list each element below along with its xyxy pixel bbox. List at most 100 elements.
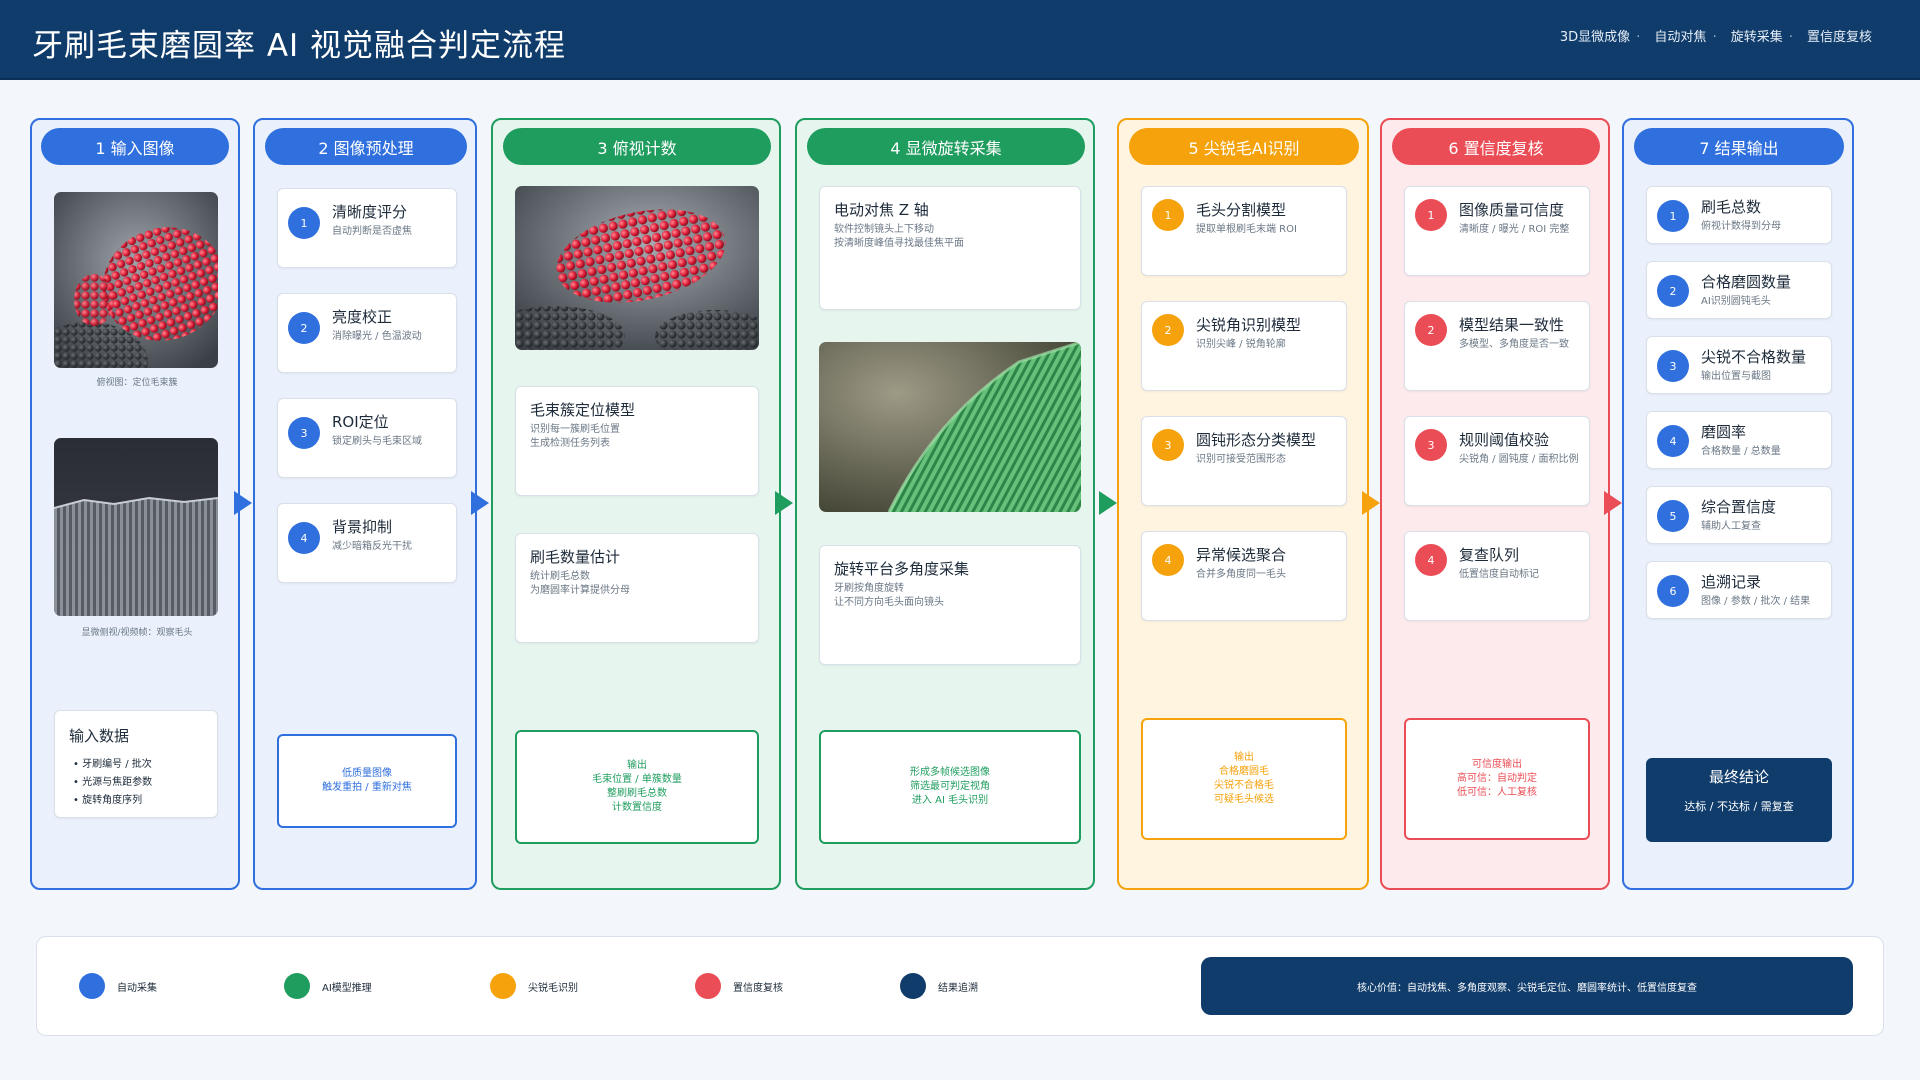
legend-panel: 自动采集 AI模型推理 尖锐毛识别 置信度复核 结果追溯 核心价值：自动找焦、多…	[36, 936, 1884, 1036]
legend-label: AI模型推理	[322, 982, 372, 994]
result-card: 1 刷毛总数 俯视计数得到分母	[1646, 186, 1832, 244]
stage-header: 1 输入图像	[41, 128, 229, 165]
step-number: 3	[1657, 350, 1689, 382]
capture-card: 电动对焦 Z 轴 软件控制镜头上下移动 按清晰度峰值寻找最佳焦平面	[819, 186, 1081, 310]
stage-sharp-bristle-ai: 5 尖锐毛AI识别 1 毛头分割模型 提取单根刷毛末端 ROI 2 尖锐角识别模…	[1117, 118, 1369, 890]
card-title: 圆钝形态分类模型	[1196, 431, 1317, 449]
card-title: 刷毛总数	[1701, 198, 1762, 216]
final-conclusion: 最终结论 达标 / 不达标 / 需复查	[1646, 758, 1832, 842]
stage-header: 4 显微旋转采集	[807, 128, 1085, 165]
legend-item-sharp-bristle: 尖锐毛识别	[490, 973, 578, 999]
input-data-item: • 旋转角度序列	[73, 795, 143, 806]
card-subtitle: 识别尖峰 / 锐角轮廓	[1196, 339, 1286, 350]
legend-dot	[490, 973, 516, 999]
card-title: 毛头分割模型	[1196, 201, 1287, 219]
card-subtitle: 清晰度 / 曝光 / ROI 完整	[1459, 224, 1570, 235]
review-card: 1 图像质量可信度 清晰度 / 曝光 / ROI 完整	[1404, 186, 1590, 276]
side-view-photo	[54, 438, 218, 616]
card-title: 尖锐角识别模型	[1196, 316, 1302, 334]
review-card: 2 模型结果一致性 多模型、多角度是否一致	[1404, 301, 1590, 391]
card-subtitle: 低置信度自动标记	[1459, 569, 1539, 580]
input-data-item: • 牙刷编号 / 批次	[73, 759, 152, 770]
card-title: 规则阈值校验	[1459, 431, 1550, 449]
card-subtitle: 输出位置与截图	[1701, 371, 1771, 382]
step-number: 1	[288, 207, 320, 239]
top-view-count-image	[515, 186, 759, 350]
card-title: 异常候选聚合	[1196, 546, 1287, 564]
final-subtitle: 达标 / 不达标 / 需复查	[1684, 800, 1794, 813]
stage-header: 2 图像预处理	[265, 128, 467, 165]
card-title: 磨圆率	[1701, 423, 1747, 441]
preprocess-output: 低质量图像 触发重拍 / 重新对焦	[277, 734, 457, 828]
step-number: 2	[1152, 314, 1184, 346]
card-title: 尖锐不合格数量	[1701, 348, 1807, 366]
flow-arrow	[234, 491, 252, 515]
stage-preprocess: 2 图像预处理 1 清晰度评分 自动判断是否虚焦 2 亮度校正 消除曝光 / 色…	[253, 118, 477, 890]
count-output: 输出 毛束位置 / 单簇数量 整刷刷毛总数 计数置信度	[515, 730, 759, 844]
step-number: 2	[288, 312, 320, 344]
step-number: 5	[1657, 500, 1689, 532]
capture-card: 旋转平台多角度采集 牙刷按角度旋转 让不同方向毛头面向镜头	[819, 545, 1081, 665]
side-view-bristle-image	[54, 438, 218, 616]
legend-label: 置信度复核	[733, 982, 783, 994]
preprocess-card: 3 ROI定位 锁定刷头与毛束区域	[277, 398, 457, 478]
core-value-banner: 核心价值：自动找焦、多角度观察、尖锐毛定位、磨圆率统计、低置信度复查	[1201, 957, 1853, 1015]
card-subtitle: 识别每一簇刷毛位置	[530, 424, 620, 435]
count-card: 刷毛数量估计 统计刷毛总数 为磨圆率计算提供分母	[515, 533, 759, 643]
input-data-title: 输入数据	[69, 727, 130, 745]
card-title: 综合置信度	[1701, 498, 1777, 516]
count-card: 毛束簇定位模型 识别每一簇刷毛位置 生成检测任务列表	[515, 386, 759, 496]
final-title: 最终结论	[1708, 768, 1769, 786]
capture-output: 形成多帧候选图像 筛选最可判定视角 进入 AI 毛头识别	[819, 730, 1081, 844]
ai-output: 输出 合格磨圆毛 尖锐不合格毛 可疑毛头候选	[1141, 718, 1347, 840]
step-number: 3	[288, 417, 320, 449]
step-number: 2	[1415, 314, 1447, 346]
top-view-photo	[54, 192, 218, 368]
card-title: 清晰度评分	[332, 203, 408, 221]
step-number: 3	[1415, 429, 1447, 461]
result-card: 3 尖锐不合格数量 输出位置与截图	[1646, 336, 1832, 394]
card-subtitle: 提取单根刷毛末端 ROI	[1196, 224, 1297, 235]
review-output: 可信度输出 高可信：自动判定 低可信：人工复核	[1404, 718, 1590, 840]
legend-dot	[284, 973, 310, 999]
stage-header: 6 置信度复核	[1392, 128, 1600, 165]
step-number: 4	[1657, 425, 1689, 457]
card-subtitle: 合格数量 / 总数量	[1701, 446, 1781, 457]
result-card: 5 综合置信度 辅助人工复查	[1646, 486, 1832, 544]
ai-model-card: 1 毛头分割模型 提取单根刷毛末端 ROI	[1141, 186, 1347, 276]
card-title: 模型结果一致性	[1459, 316, 1565, 334]
card-subtitle: 牙刷按角度旋转	[834, 583, 904, 594]
input-data-item: • 光源与焦距参数	[73, 777, 153, 788]
legend-label: 结果追溯	[938, 982, 978, 994]
card-title: 电动对焦 Z 轴	[834, 201, 929, 219]
card-title: ROI定位	[332, 413, 389, 431]
card-subtitle: 消除曝光 / 色温波动	[332, 331, 422, 342]
step-number: 2	[1657, 275, 1689, 307]
card-subtitle: 减少暗箱反光干扰	[332, 541, 412, 552]
legend-dot	[695, 973, 721, 999]
step-number: 4	[1415, 544, 1447, 576]
step-number: 4	[288, 522, 320, 554]
stage-rotary-capture: 4 显微旋转采集 电动对焦 Z 轴 软件控制镜头上下移动 按清晰度峰值寻找最佳焦…	[795, 118, 1095, 890]
step-number: 1	[1152, 199, 1184, 231]
card-subtitle: 锁定刷头与毛束区域	[332, 436, 422, 447]
flow-arrow	[1362, 491, 1380, 515]
card-title: 合格磨圆数量	[1701, 273, 1792, 291]
ai-model-card: 3 圆钝形态分类模型 识别可接受范围形态	[1141, 416, 1347, 506]
header-tags: 3D显微成像 · 自动对焦 · 旋转采集 · 置信度复核	[1560, 26, 1872, 45]
card-title: 毛束簇定位模型	[530, 401, 636, 419]
review-card: 3 规则阈值校验 尖锐角 / 圆钝度 / 面积比例	[1404, 416, 1590, 506]
macro-photo	[819, 342, 1081, 512]
count-photo	[515, 186, 759, 350]
header-tag: 自动对焦 ·	[1654, 30, 1717, 45]
step-number: 3	[1152, 429, 1184, 461]
card-title: 刷毛数量估计	[530, 548, 621, 566]
preprocess-card: 2 亮度校正 消除曝光 / 色温波动	[277, 293, 457, 373]
step-number: 4	[1152, 544, 1184, 576]
card-subtitle: 多模型、多角度是否一致	[1459, 339, 1569, 350]
header-tag: 3D显微成像 ·	[1559, 30, 1641, 45]
card-subtitle: 为磨圆率计算提供分母	[530, 585, 630, 596]
ai-model-card: 4 异常候选聚合 合并多角度同一毛头	[1141, 531, 1347, 621]
flow-arrow	[471, 491, 489, 515]
card-subtitle: 自动判断是否虚焦	[332, 226, 412, 237]
